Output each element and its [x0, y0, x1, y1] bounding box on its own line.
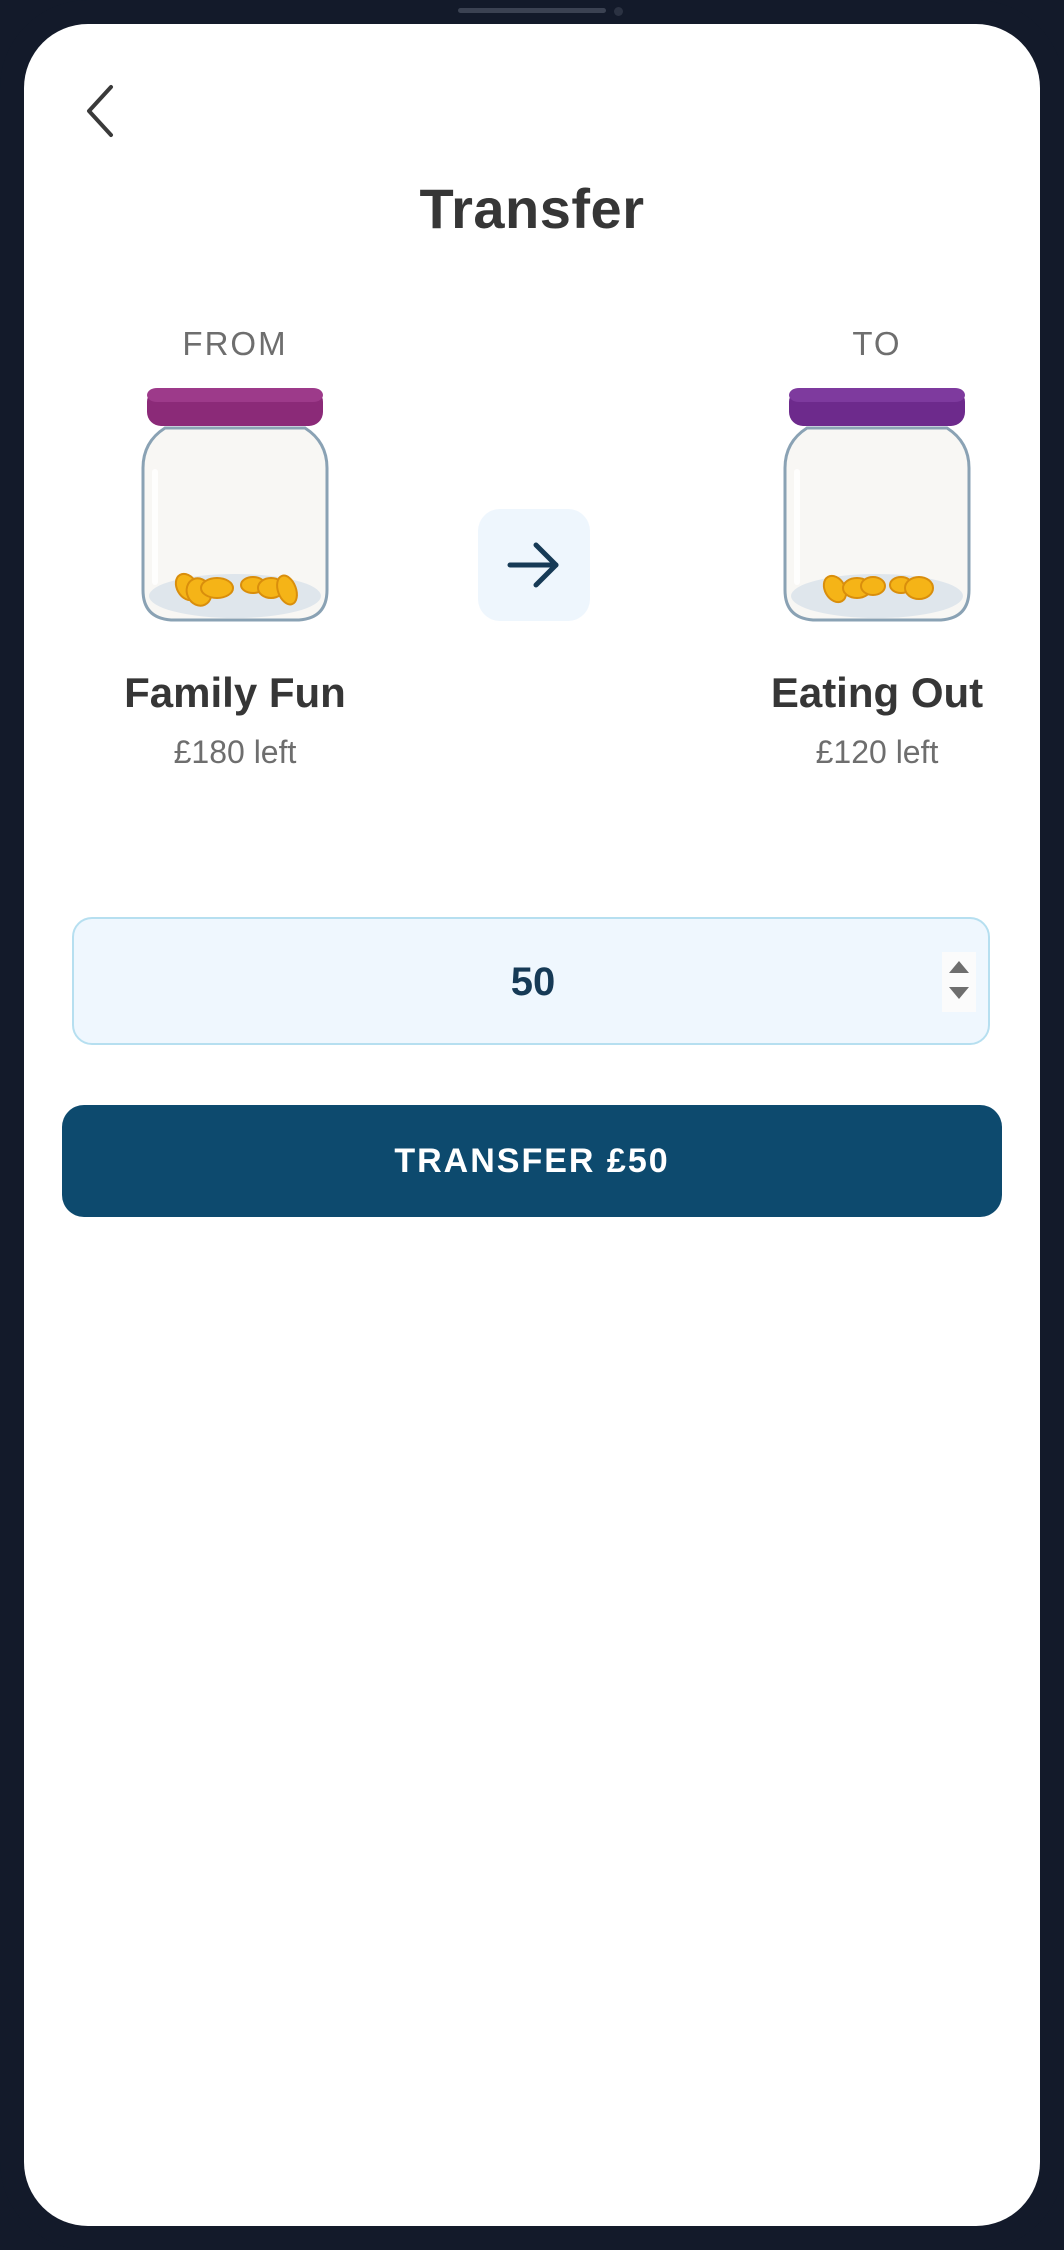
front-camera: [614, 7, 623, 16]
jar-icon: [783, 388, 971, 622]
jar-icon: [141, 388, 329, 622]
speaker-grille: [458, 8, 606, 13]
page-title: Transfer: [419, 177, 645, 240]
from-jar-card[interactable]: FROM Family Fun £180 left: [85, 324, 385, 772]
screen: Transfer FROM Family Fun £180 left TO Ea…: [24, 24, 1040, 2226]
chevron-left-icon: [87, 85, 113, 137]
amount-stepper[interactable]: [942, 952, 976, 1012]
transfer-button[interactable]: TRANSFER £50: [62, 1105, 1002, 1217]
to-jar-remaining: £120 left: [815, 734, 939, 770]
back-button[interactable]: [66, 76, 136, 146]
stepper-up-icon[interactable]: [949, 960, 969, 978]
from-jar-remaining: £180 left: [173, 734, 297, 770]
from-label: FROM: [182, 325, 288, 362]
arrow-right-icon: [507, 542, 559, 588]
to-jar-name: Eating Out: [770, 669, 984, 716]
to-jar-card[interactable]: TO Eating Out £120 left: [727, 324, 1027, 772]
stepper-down-icon[interactable]: [949, 986, 969, 1004]
from-jar-name: Family Fun: [124, 669, 346, 716]
to-label: TO: [852, 325, 902, 362]
phone-frame: Transfer FROM Family Fun £180 left TO Ea…: [0, 0, 1064, 2250]
swap-direction-button[interactable]: [478, 509, 590, 621]
amount-input[interactable]: [74, 919, 992, 1045]
amount-field: [72, 917, 992, 1045]
